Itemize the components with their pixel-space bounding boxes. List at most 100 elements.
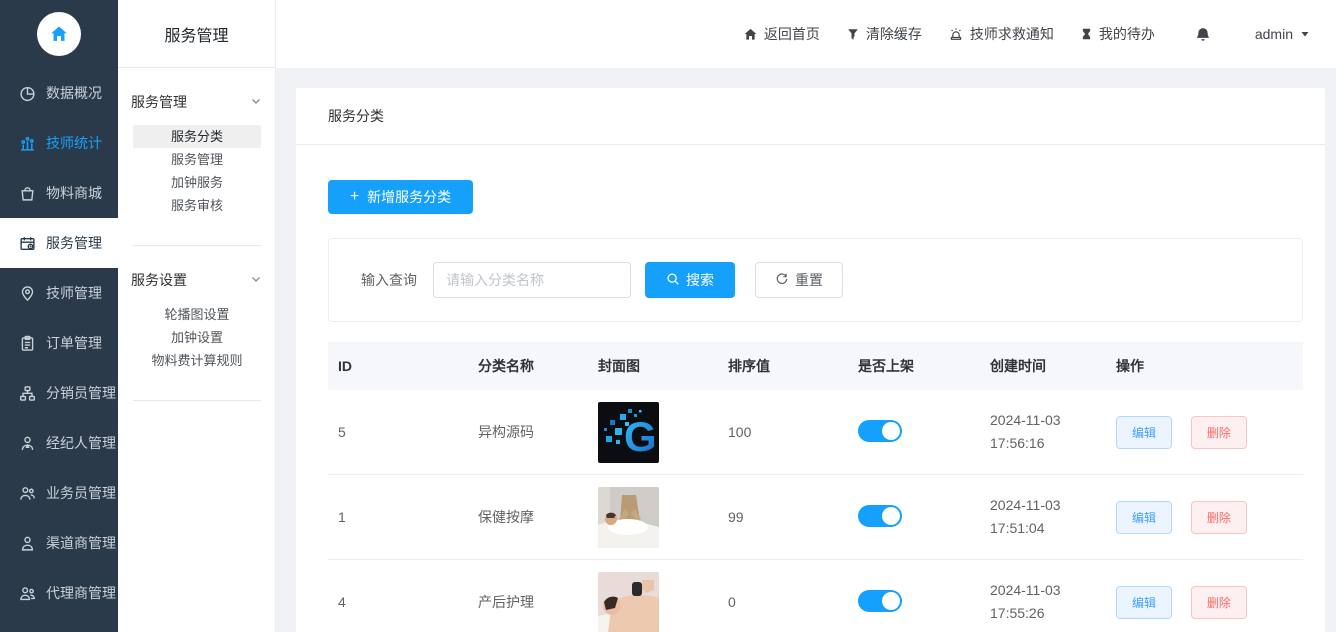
user-menu[interactable]: admin [1255,26,1310,42]
cover-image[interactable] [598,487,659,548]
add-category-button[interactable]: + 新增服务分类 [328,180,473,214]
search-panel: 输入查询 搜索 重置 [328,238,1303,322]
person-icon [19,535,36,552]
sidebar-item-service-mgmt[interactable]: 服务管理 [0,218,118,268]
delete-button[interactable]: 删除 [1191,586,1247,619]
back-home-link[interactable]: 返回首页 [743,24,820,44]
cell-onsale [848,590,980,615]
col-actions: 操作 [1106,356,1303,376]
clipboard-icon [19,335,36,352]
sidebar-item-salesman-mgmt[interactable]: 业务员管理 [0,468,118,518]
sidebar-item-label: 渠道商管理 [46,533,116,553]
sidebar-item-label: 物料商城 [46,183,102,203]
cell-cover: G [588,402,718,463]
sidebar-item-label: 技师管理 [46,283,102,303]
cell-id: 5 [328,424,468,440]
col-name: 分类名称 [468,356,588,376]
table-row: 4 产后护理 [328,560,1303,632]
cell-id: 4 [328,594,468,610]
reset-icon [775,272,789,289]
primary-sidebar: 数据概况 技师统计 物料商城 服务管理 技师管理 [0,0,118,632]
submenu-group-service-mgmt[interactable]: 服务管理 [118,68,275,112]
sidebar-item-tech-stats[interactable]: 技师统计 [0,118,118,168]
cell-onsale [848,505,980,530]
calendar-clock-icon [19,235,36,252]
col-id: ID [328,358,468,374]
bar-chart-icon [19,135,36,152]
cell-name: 异构源码 [468,422,588,442]
sidebar-item-label: 分销员管理 [46,383,116,403]
clear-cache-link[interactable]: 清除缓存 [846,24,922,44]
delete-button[interactable]: 删除 [1191,416,1247,449]
col-cover: 封面图 [588,356,718,376]
table-row: 1 保健按摩 [328,475,1303,560]
people-icon [19,485,36,502]
created-time: 17:55:26 [990,602,1106,625]
sidebar-item-material-mall[interactable]: 物料商城 [0,168,118,218]
sidebar-item-channel-mgmt[interactable]: 渠道商管理 [0,518,118,568]
cell-name: 保健按摩 [468,507,588,527]
toggle-knob [882,592,900,610]
submenu-group-service-settings[interactable]: 服务设置 [118,246,275,290]
created-date: 2024-11-03 [990,494,1106,517]
cell-cover [588,487,718,548]
rescue-notice-link[interactable]: 技师求救通知 [948,24,1054,44]
created-date: 2024-11-03 [990,579,1106,602]
toggle-knob [882,422,900,440]
pie-chart-icon [19,85,36,102]
sidebar-item-tech-mgmt[interactable]: 技师管理 [0,268,118,318]
submenu-item-carousel-settings[interactable]: 轮播图设置 [133,303,261,326]
sidebar-item-order-mgmt[interactable]: 订单管理 [0,318,118,368]
cell-sort: 0 [718,594,848,610]
cell-actions: 编辑 删除 [1106,416,1303,449]
plus-icon: + [350,189,359,205]
onsale-toggle[interactable] [858,590,902,612]
sidebar-item-label: 数据概况 [46,83,102,103]
caret-down-icon [1300,26,1310,42]
notification-bell-icon[interactable] [1195,26,1211,43]
sidebar-item-broker-mgmt[interactable]: 经纪人管理 [0,418,118,468]
edit-button[interactable]: 编辑 [1116,416,1172,449]
top-header: 返回首页 清除缓存 技师求救通知 我的待办 admin [276,0,1336,68]
sidebar-item-data-overview[interactable]: 数据概况 [0,68,118,118]
logo[interactable] [0,0,118,68]
search-button[interactable]: 搜索 [645,262,735,298]
hourglass-icon [1080,27,1093,41]
edit-button[interactable]: 编辑 [1116,501,1172,534]
submenu-list: 轮播图设置 加钟设置 物料费计算规则 [118,303,275,372]
home-logo-icon [37,12,81,56]
onsale-toggle[interactable] [858,420,902,442]
submenu-item-service-mgmt[interactable]: 服务管理 [133,148,261,171]
submenu-item-service-category[interactable]: 服务分类 [133,125,261,148]
sidebar-item-agent-mgmt[interactable]: 代理商管理 [0,568,118,618]
table-header-row: ID 分类名称 封面图 排序值 是否上架 创建时间 操作 [328,342,1303,390]
secondary-sidebar-title: 服务管理 [118,0,275,68]
people-group-icon [19,585,36,602]
category-table: ID 分类名称 封面图 排序值 是否上架 创建时间 操作 5 异构源码 [328,342,1303,632]
cover-image[interactable] [598,572,659,632]
sidebar-item-label: 代理商管理 [46,583,116,603]
divider [133,400,261,401]
back-home-label: 返回首页 [764,24,820,44]
main-content: 服务分类 + 新增服务分类 输入查询 搜索 [276,68,1336,632]
submenu-item-addclock-settings[interactable]: 加钟设置 [133,326,261,349]
submenu-item-material-fee-rules[interactable]: 物料费计算规则 [133,349,261,372]
reset-button[interactable]: 重置 [755,262,843,298]
onsale-toggle[interactable] [858,505,902,527]
submenu-item-service-audit[interactable]: 服务审核 [133,194,261,217]
edit-button[interactable]: 编辑 [1116,586,1172,619]
org-chart-icon [19,385,36,402]
delete-button[interactable]: 删除 [1191,501,1247,534]
my-todo-link[interactable]: 我的待办 [1080,24,1155,44]
funnel-icon [846,27,860,41]
sidebar-item-distributor-mgmt[interactable]: 分销员管理 [0,368,118,418]
siren-icon [948,26,964,42]
cover-image[interactable]: G [598,402,659,463]
col-created: 创建时间 [980,356,1106,376]
category-name-input[interactable] [433,262,631,298]
submenu-item-addclock-service[interactable]: 加钟服务 [133,171,261,194]
cell-sort: 100 [718,424,848,440]
created-date: 2024-11-03 [990,409,1106,432]
svg-text:G: G [624,413,657,460]
cell-created: 2024-11-03 17:56:16 [980,409,1106,455]
